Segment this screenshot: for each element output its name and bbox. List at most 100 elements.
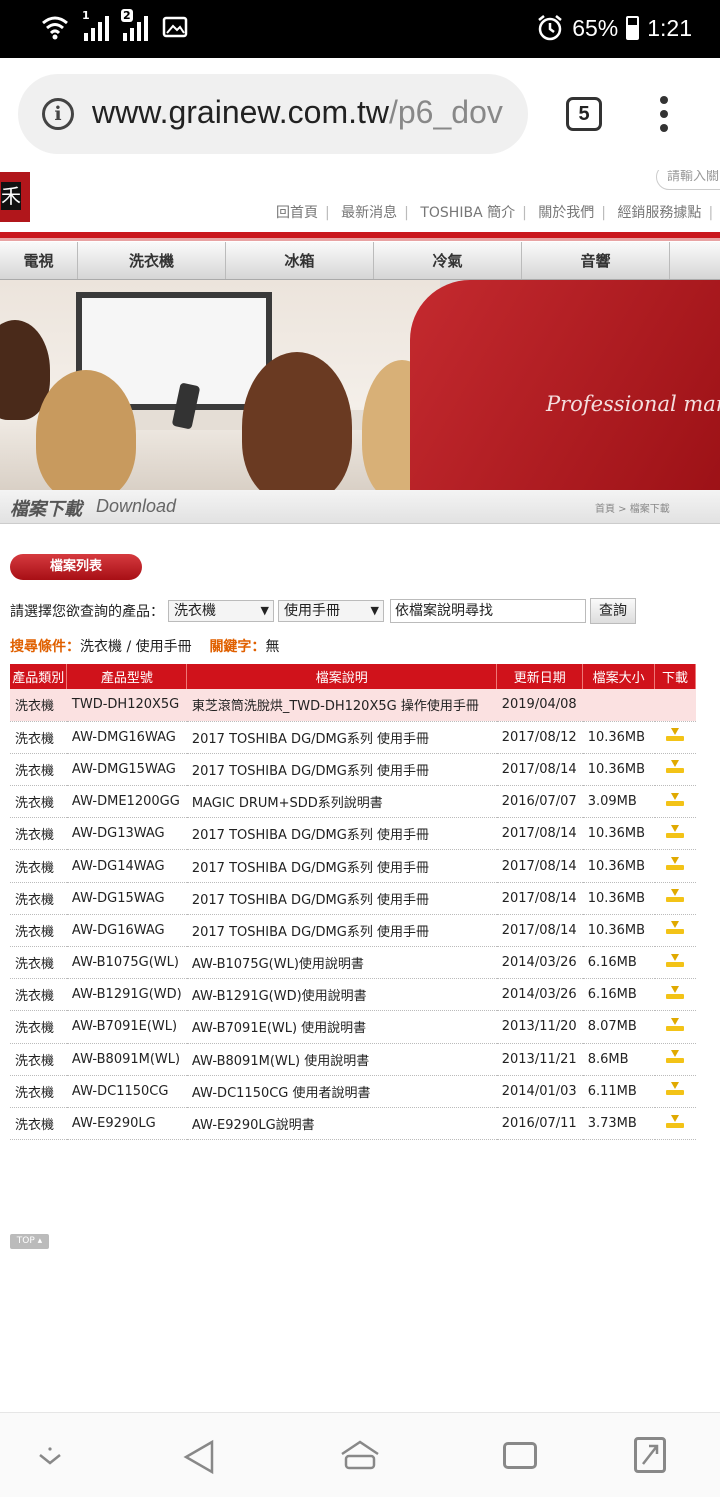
header-divider-light	[0, 238, 720, 241]
row-description[interactable]: AW-B7091E(WL) 使用說明書	[186, 1010, 497, 1044]
col-date: 更新日期	[496, 664, 584, 689]
nav-about[interactable]: 關於我們	[538, 205, 594, 221]
tab-switcher-button[interactable]: 5	[566, 97, 602, 131]
fullscreen-icon[interactable]	[634, 1437, 666, 1473]
row-download[interactable]	[654, 689, 696, 722]
nav-dealers[interactable]: 經銷服務據點	[617, 205, 701, 221]
col-model: 產品型號	[66, 664, 188, 689]
back-icon[interactable]	[180, 1437, 220, 1477]
nav-news[interactable]: 最新消息	[341, 205, 397, 221]
row-size	[582, 689, 655, 722]
download-icon[interactable]	[666, 953, 685, 968]
row-description[interactable]: 2017 TOSHIBA DG/DMG系列 使用手冊	[186, 721, 497, 754]
category-nav: 電視 洗衣機 冰箱 冷氣 音響	[0, 242, 720, 280]
row-description[interactable]: AW-B1075G(WL)使用說明書	[186, 946, 497, 980]
battery-percent: 65%	[572, 14, 619, 41]
nav-toshiba-intro[interactable]: TOSHIBA 簡介	[420, 205, 515, 221]
back-to-top-button[interactable]: TOP ▴	[10, 1234, 49, 1249]
signal-sim2-icon: 2	[121, 9, 148, 41]
row-size: 10.36MB	[582, 817, 655, 851]
table-header: 產品類別 產品型號 檔案說明 更新日期 檔案大小 下載	[10, 664, 696, 689]
table-row: 洗衣機 AW-DG14WAG 2017 TOSHIBA DG/DMG系列 使用手冊 2…	[10, 849, 696, 883]
overflow-menu-icon[interactable]	[652, 96, 676, 136]
row-description[interactable]: AW-DC1150CG 使用者說明書	[186, 1075, 497, 1108]
download-icon[interactable]	[666, 985, 685, 1000]
row-description[interactable]: MAGIC DRUM+SDD系列說明書	[186, 785, 497, 819]
row-size: 10.36MB	[582, 721, 655, 754]
category-aircon[interactable]: 冷氣	[374, 242, 522, 279]
row-model: AW-DG14WAG	[66, 849, 187, 883]
row-description[interactable]: 2017 TOSHIBA DG/DMG系列 使用手冊	[186, 753, 497, 787]
recent-apps-icon[interactable]	[503, 1442, 537, 1469]
row-size: 10.36MB	[582, 914, 655, 948]
download-icon[interactable]	[666, 760, 685, 774]
download-icon[interactable]	[666, 889, 685, 903]
row-download[interactable]	[654, 1010, 696, 1044]
category-audio[interactable]: 音響	[522, 242, 670, 279]
table-row: 洗衣機 AW-B7091E(WL) AW-B7091E(WL) 使用說明書 2013/…	[10, 1010, 696, 1044]
file-list-tab[interactable]: 檔案列表	[10, 554, 142, 580]
row-description[interactable]: AW-B1291G(WD)使用說明書	[186, 978, 497, 1012]
table-row: 洗衣機 TWD-DH120X5G 東芝滾筒洗脫烘_TWD-DH120X5G 操作使用…	[10, 689, 696, 722]
category-washer[interactable]: 洗衣機	[78, 242, 226, 279]
row-size: 3.73MB	[582, 1107, 655, 1141]
table-row: 洗衣機 AW-DG15WAG 2017 TOSHIBA DG/DMG系列 使用手冊 2…	[10, 882, 696, 915]
download-icon[interactable]	[666, 1114, 685, 1129]
row-category: 洗衣機	[10, 1043, 67, 1076]
product-select[interactable]: 洗衣機 ▼	[168, 600, 274, 622]
category-tv[interactable]: 電視	[0, 242, 78, 279]
download-icon[interactable]	[666, 1082, 685, 1096]
row-description[interactable]: 2017 TOSHIBA DG/DMG系列 使用手冊	[186, 914, 497, 948]
download-icon[interactable]	[666, 728, 685, 742]
row-description[interactable]: 2017 TOSHIBA DG/DMG系列 使用手冊	[186, 817, 497, 851]
nav-home[interactable]: 回首頁	[276, 205, 318, 221]
breadcrumb[interactable]: 首頁 > 檔案下載	[595, 500, 670, 515]
login-input[interactable]: 請輸入關	[656, 170, 720, 190]
download-icon[interactable]	[666, 824, 685, 839]
home-icon[interactable]	[340, 1439, 380, 1471]
row-model: TWD-DH120X5G	[66, 689, 187, 722]
row-date: 2017/08/14	[496, 849, 583, 883]
row-model: AW-DG15WAG	[66, 882, 187, 915]
row-download[interactable]	[654, 1043, 696, 1076]
row-download[interactable]	[654, 753, 696, 787]
download-icon[interactable]	[666, 921, 685, 935]
table-row: 洗衣機 AW-B8091M(WL) AW-B8091M(WL) 使用說明書 2013/…	[10, 1043, 696, 1076]
row-description[interactable]: 東芝滾筒洗脫烘_TWD-DH120X5G 操作使用手冊	[186, 689, 497, 722]
row-download[interactable]	[654, 1075, 696, 1108]
url-text[interactable]: www.grainew.com.tw/p6_dov	[92, 94, 503, 131]
row-download[interactable]	[654, 946, 696, 980]
download-icon[interactable]	[666, 1050, 685, 1064]
table-row: 洗衣機 AW-DME1200GG MAGIC DRUM+SDD系列說明書 2016/0…	[10, 785, 696, 819]
row-date: 2014/01/03	[496, 1075, 583, 1108]
doc-type-select[interactable]: 使用手冊 ▼	[278, 600, 384, 622]
row-description[interactable]: 2017 TOSHIBA DG/DMG系列 使用手冊	[186, 849, 497, 883]
web-page: 禾 請輸入關 回首頁 | 最新消息 | TOSHIBA 簡介 | 關於我們 | 經銷服務…	[0, 170, 720, 1412]
row-description[interactable]: AW-E9290LG說明書	[186, 1107, 497, 1141]
download-icon[interactable]	[666, 792, 685, 807]
row-description[interactable]: AW-B8091M(WL) 使用說明書	[186, 1043, 497, 1076]
address-bar[interactable]: i www.grainew.com.tw/p6_dov	[18, 74, 528, 154]
download-icon[interactable]	[666, 1017, 685, 1032]
page-title: 檔案下載	[10, 499, 82, 520]
table-row: 洗衣機 AW-DG16WAG 2017 TOSHIBA DG/DMG系列 使用手冊 2…	[10, 914, 696, 948]
query-button[interactable]: 查詢	[590, 598, 636, 624]
keyword-input[interactable]: 依檔案說明尋找	[390, 599, 586, 623]
category-fridge[interactable]: 冰箱	[226, 242, 374, 279]
row-model: AW-B1075G(WL)	[66, 946, 187, 980]
row-date: 2014/03/26	[496, 946, 583, 980]
row-download[interactable]	[654, 817, 696, 851]
row-download[interactable]	[654, 882, 696, 915]
row-download[interactable]	[654, 914, 696, 948]
row-download[interactable]	[654, 1107, 696, 1141]
row-description[interactable]: 2017 TOSHIBA DG/DMG系列 使用手冊	[186, 882, 497, 915]
row-download[interactable]	[654, 978, 696, 1012]
row-download[interactable]	[654, 785, 696, 819]
hide-keyboard-icon[interactable]	[30, 1437, 70, 1477]
info-icon[interactable]: i	[42, 98, 74, 130]
site-logo[interactable]: 禾	[0, 172, 30, 222]
col-description: 檔案說明	[186, 664, 498, 689]
row-download[interactable]	[654, 849, 696, 883]
row-download[interactable]	[654, 721, 696, 754]
download-icon[interactable]	[666, 857, 685, 871]
